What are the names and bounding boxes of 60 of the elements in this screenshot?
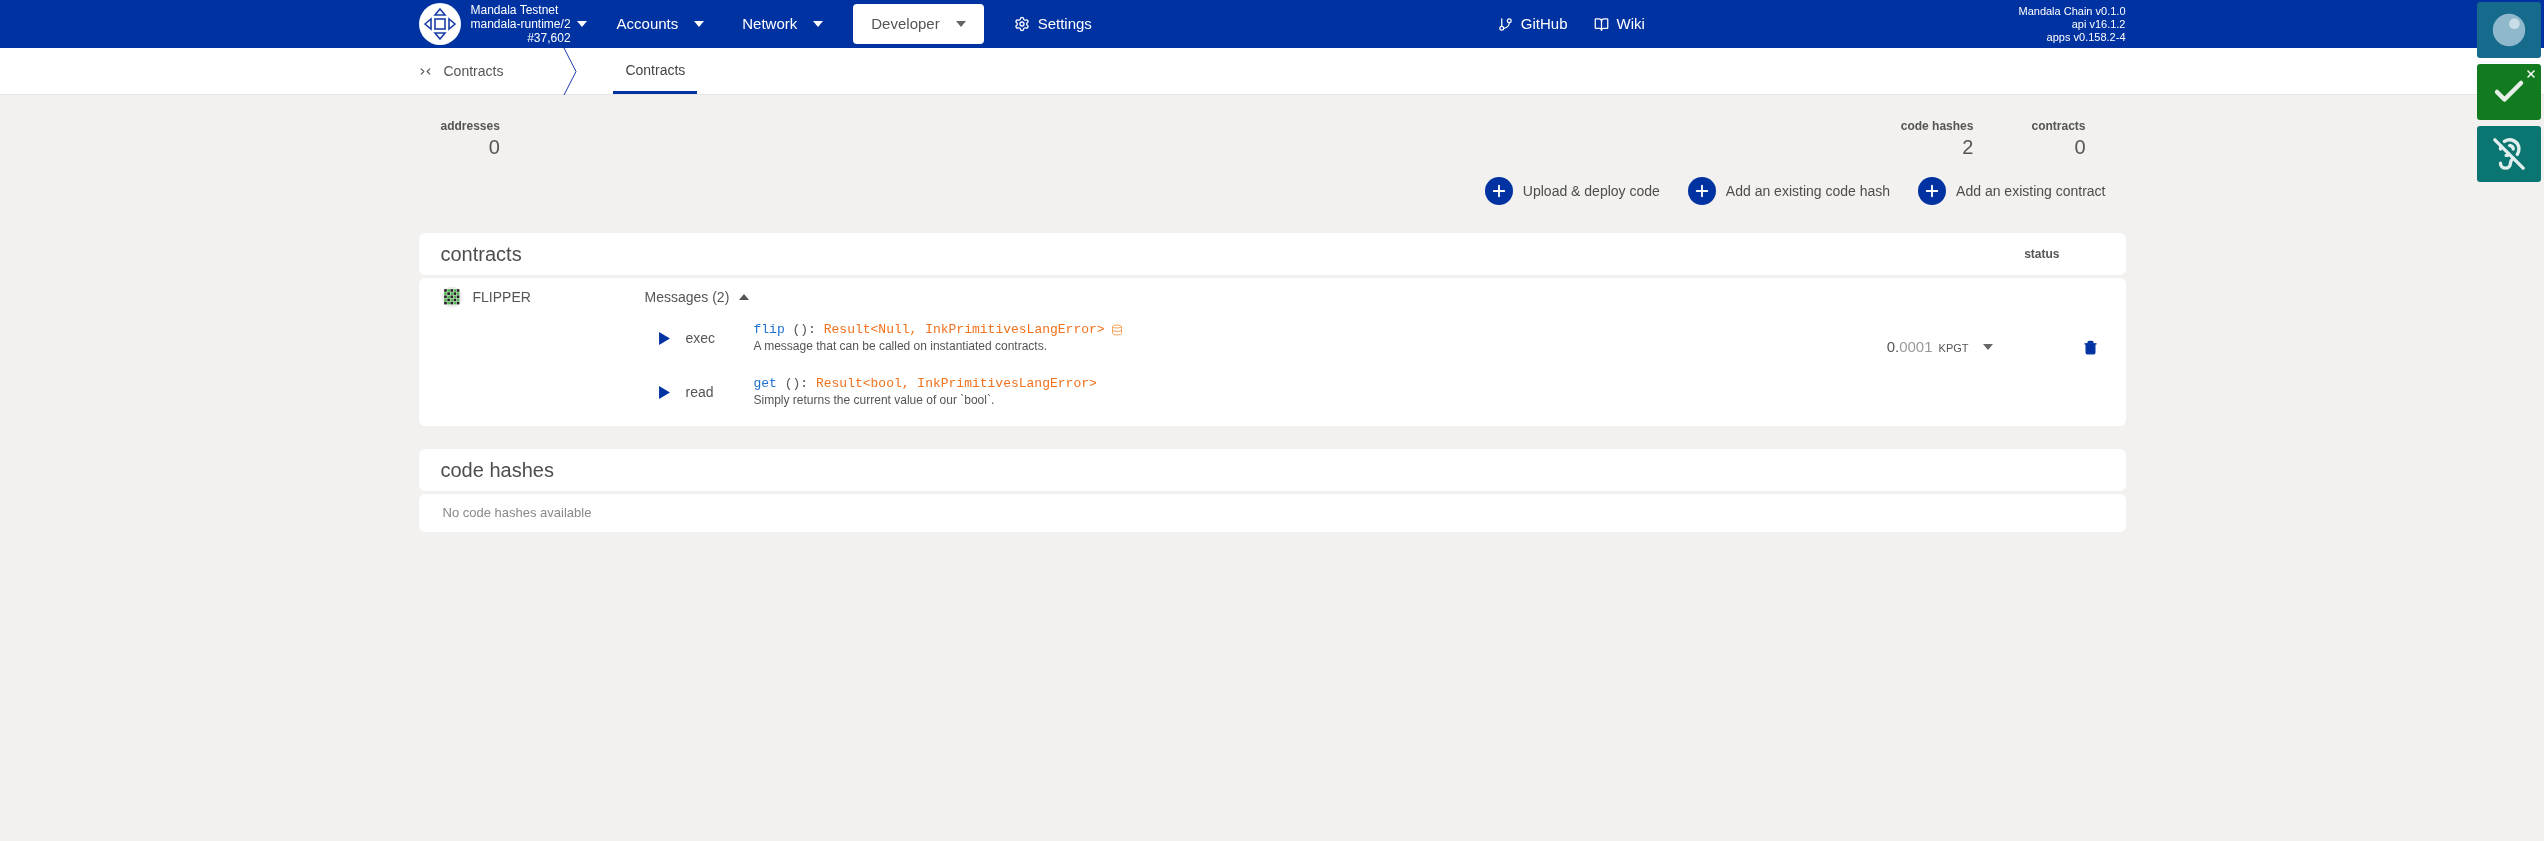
settings-icon: [1013, 16, 1030, 32]
message-action: exec: [685, 328, 717, 348]
delete-icon[interactable]: [2082, 339, 2098, 355]
messages-toggle[interactable]: Messages (2): [644, 286, 1123, 308]
play-icon[interactable]: [658, 331, 670, 345]
chain-name: Mandala Testnet: [470, 3, 560, 17]
caret-up-icon: [739, 294, 750, 300]
plus-icon: [1687, 177, 1716, 205]
bubble-button[interactable]: [2477, 2, 2541, 58]
logo-icon[interactable]: [418, 3, 461, 45]
message-signature: flip (): Result<Null, InkPrimitivesLangError>: [753, 322, 1105, 338]
message-signature: get (): Result<bool, InkPrimitivesLangError>: [753, 376, 1097, 392]
action-button[interactable]: Add an existing code hash: [1687, 177, 1891, 205]
breadcrumb-chevron-icon: [563, 48, 578, 95]
contract-name: FLIPPER: [472, 287, 531, 307]
nav-tab[interactable]: Network: [734, 4, 832, 44]
stat-label: addresses: [440, 118, 500, 135]
nav-link[interactable]: GitHub: [1497, 12, 1568, 36]
version-label: Mandala Chain v0.1.0: [2018, 4, 2126, 18]
plus-icon: [1484, 177, 1513, 205]
action-button[interactable]: Upload & deploy code: [1484, 177, 1660, 205]
nav-tab[interactable]: Developer: [853, 4, 984, 44]
stat-value: 0: [488, 135, 500, 159]
caret-icon: [576, 21, 587, 27]
stat-value: 0: [2074, 135, 2086, 159]
version-label: api v16.1.2: [2071, 17, 2126, 31]
play-icon[interactable]: [658, 385, 670, 399]
block-number: #37,602: [527, 31, 571, 45]
nav-tab[interactable]: Settings: [1005, 4, 1100, 44]
runtime-label: mandala-runtime/2: [470, 17, 587, 31]
nav-tab[interactable]: Accounts: [608, 4, 713, 44]
hearing-button[interactable]: [2477, 126, 2541, 182]
nav-link[interactable]: Wiki: [1593, 12, 1645, 36]
close-icon: [2525, 68, 2537, 80]
balance-dropdown[interactable]: 0.0001 KPGT: [1886, 335, 1993, 359]
branch-icon: [1497, 16, 1513, 32]
section-title: Contracts: [443, 61, 504, 81]
stat-value: 2: [1962, 135, 1974, 159]
table-title: contracts: [440, 242, 522, 267]
book-icon: [1593, 16, 1609, 32]
plus-icon: [1918, 177, 1947, 205]
table-title: code hashes: [440, 458, 554, 483]
version-label: apps v0.158.2-4: [2046, 30, 2126, 44]
caret-icon: [1982, 344, 1993, 350]
empty-message: No code hashes available: [442, 504, 592, 523]
caret-icon: [955, 21, 966, 27]
identicon-icon: [440, 286, 463, 308]
message-action: read: [685, 382, 715, 402]
column-header: status: [2024, 246, 2060, 263]
stat-label: code hashes: [1900, 118, 1974, 135]
ear-icon: [2492, 137, 2526, 171]
caret-icon: [694, 21, 705, 27]
stat-label: contracts: [2031, 118, 2086, 135]
message-description: A message that can be called on instantiated contracts.: [753, 338, 1048, 354]
caret-icon: [813, 21, 824, 27]
page-tab[interactable]: Contracts: [613, 48, 698, 94]
message-description: Simply returns the current value of our `bool`.: [753, 392, 996, 408]
check-button[interactable]: [2477, 64, 2541, 120]
action-button[interactable]: Add an existing contract: [1918, 177, 2106, 205]
bubble-icon: [2491, 12, 2527, 48]
